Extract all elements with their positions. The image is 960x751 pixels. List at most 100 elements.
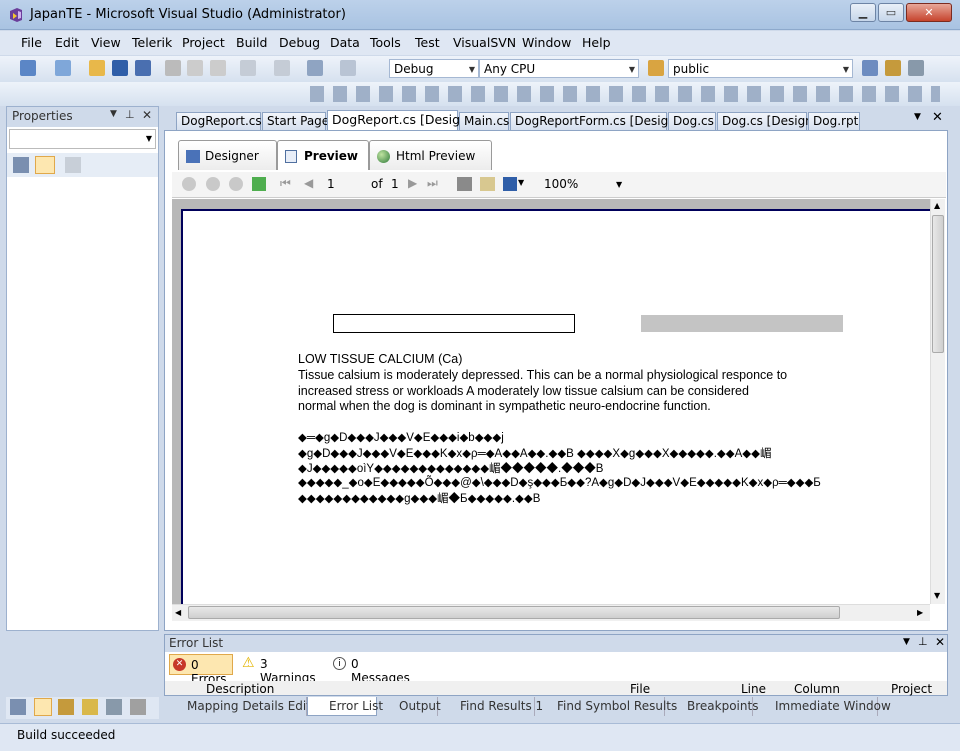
minimize-button[interactable]: ▁ bbox=[850, 3, 876, 22]
alphabetical-icon[interactable] bbox=[35, 156, 55, 174]
messages-filter[interactable]: i 0 Messages bbox=[333, 654, 417, 685]
menu-view[interactable]: View bbox=[91, 35, 121, 50]
find-dropdown[interactable]: public ▼ bbox=[668, 59, 853, 78]
forward-icon[interactable] bbox=[206, 177, 220, 191]
scroll-thumb[interactable] bbox=[932, 215, 944, 353]
horizontal-scrollbar[interactable]: ◀ ▶ bbox=[172, 604, 930, 621]
warnings-filter[interactable]: ⚠ 3 Warnings bbox=[242, 654, 324, 685]
toolbox-icon[interactable] bbox=[34, 698, 52, 716]
tab-dogreport-design[interactable]: DogReport.cs [Design] bbox=[327, 110, 473, 130]
column-line[interactable]: Line bbox=[741, 682, 766, 696]
dropdown-icon[interactable]: ▼ bbox=[903, 637, 910, 647]
tab-mapping-details-editor[interactable]: Mapping Details Editor bbox=[166, 697, 323, 716]
last-page-icon[interactable]: ⏭ bbox=[427, 176, 438, 191]
first-page-icon[interactable]: ⏮ bbox=[280, 176, 291, 191]
column-column[interactable]: Column bbox=[794, 682, 840, 696]
tab-dog-cs[interactable]: Dog.cs bbox=[668, 112, 716, 130]
server-explorer-icon[interactable] bbox=[10, 699, 26, 715]
tab-designer[interactable]: Designer bbox=[178, 140, 277, 170]
zoom-dropdown[interactable]: 100% ▼ bbox=[538, 175, 626, 194]
print-icon[interactable] bbox=[457, 177, 472, 191]
refresh-icon[interactable] bbox=[252, 177, 266, 191]
tab-immediate-window[interactable]: Immediate Window bbox=[754, 697, 891, 716]
tab-breakpoints[interactable]: Breakpoints bbox=[666, 697, 758, 716]
close-icon[interactable]: ✕ bbox=[142, 108, 152, 122]
resource-view-icon[interactable] bbox=[130, 699, 146, 715]
tab-start-page[interactable]: Start Page bbox=[262, 112, 329, 130]
scroll-left-icon[interactable]: ◀ bbox=[175, 608, 181, 617]
next-page-icon[interactable]: ▶ bbox=[408, 176, 417, 190]
class-view-icon[interactable] bbox=[82, 699, 98, 715]
tab-find-results-1[interactable]: Find Results 1 bbox=[439, 697, 543, 716]
scroll-up-icon[interactable]: ▲ bbox=[934, 201, 940, 210]
dropdown-icon[interactable]: ▼ bbox=[110, 109, 117, 119]
undo-icon[interactable] bbox=[240, 60, 256, 76]
open-icon[interactable] bbox=[89, 60, 105, 76]
menu-window[interactable]: Window bbox=[522, 35, 571, 50]
tab-find-symbol-results[interactable]: Find Symbol Results bbox=[536, 697, 677, 716]
tab-list-icon[interactable]: ▼ bbox=[914, 112, 921, 122]
previous-page-icon[interactable]: ◀ bbox=[304, 176, 313, 190]
tab-dogreport-cs[interactable]: DogReport.cs bbox=[176, 112, 262, 130]
menu-visualsvn[interactable]: VisualSVN bbox=[453, 35, 516, 50]
save-icon[interactable] bbox=[112, 60, 128, 76]
solution-icon[interactable] bbox=[58, 699, 74, 715]
close-button[interactable]: ✕ bbox=[906, 3, 952, 22]
tab-output[interactable]: Output bbox=[378, 697, 441, 716]
layout-tools[interactable] bbox=[310, 86, 940, 102]
export-icon[interactable] bbox=[503, 177, 517, 191]
cut-icon[interactable] bbox=[165, 60, 181, 76]
menu-file[interactable]: File bbox=[21, 35, 42, 50]
pin-icon[interactable]: ⊥ bbox=[918, 635, 928, 648]
tab-dog-design[interactable]: Dog.cs [Design] bbox=[717, 112, 817, 130]
menu-test[interactable]: Test bbox=[415, 35, 440, 50]
menu-build[interactable]: Build bbox=[236, 35, 267, 50]
new-project-icon[interactable] bbox=[20, 60, 36, 76]
column-project[interactable]: Project bbox=[891, 682, 932, 696]
tab-html-preview[interactable]: Html Preview bbox=[369, 140, 492, 170]
platform-dropdown[interactable]: Any CPU ▼ bbox=[479, 59, 639, 78]
tab-preview[interactable]: Preview bbox=[277, 140, 369, 170]
menu-help[interactable]: Help bbox=[582, 35, 611, 50]
save-all-icon[interactable] bbox=[135, 60, 151, 76]
categorized-icon[interactable] bbox=[13, 157, 29, 173]
find-in-files-icon[interactable] bbox=[862, 60, 878, 76]
close-icon[interactable]: ✕ bbox=[932, 110, 943, 125]
back-icon[interactable] bbox=[182, 177, 196, 191]
page-number-field[interactable]: 1 bbox=[327, 177, 335, 191]
object-selector[interactable]: ▼ bbox=[9, 129, 156, 149]
add-item-icon[interactable] bbox=[55, 60, 71, 76]
configuration-dropdown[interactable]: Debug ▼ bbox=[389, 59, 479, 78]
vertical-scrollbar[interactable]: ▲ ▼ bbox=[930, 199, 945, 604]
menu-project[interactable]: Project bbox=[182, 35, 225, 50]
insert-icon[interactable] bbox=[340, 60, 356, 76]
close-icon[interactable]: ✕ bbox=[935, 635, 945, 649]
find-icon[interactable] bbox=[648, 60, 664, 76]
menu-tools[interactable]: Tools bbox=[370, 35, 401, 50]
pin-icon[interactable]: ⊥ bbox=[125, 108, 135, 121]
maximize-button[interactable]: ▭ bbox=[878, 3, 904, 22]
errors-filter[interactable]: ✕ 0 Errors bbox=[169, 654, 233, 686]
column-file[interactable]: File bbox=[630, 682, 650, 696]
menu-telerik[interactable]: Telerik bbox=[132, 35, 172, 50]
menu-data[interactable]: Data bbox=[330, 35, 360, 50]
export-dropdown-icon[interactable]: ▼ bbox=[518, 178, 524, 187]
tab-dog-rpt[interactable]: Dog.rpt bbox=[808, 112, 860, 130]
solution-explorer-icon[interactable] bbox=[885, 60, 901, 76]
menu-debug[interactable]: Debug bbox=[279, 35, 320, 50]
property-pages-icon[interactable] bbox=[65, 157, 81, 173]
tab-main-cs[interactable]: Main.cs bbox=[459, 112, 509, 130]
scroll-right-icon[interactable]: ▶ bbox=[917, 608, 923, 617]
column-description[interactable]: Description bbox=[206, 682, 274, 696]
stop-icon[interactable] bbox=[229, 177, 243, 191]
properties-window-icon[interactable] bbox=[908, 60, 924, 76]
page-setup-icon[interactable] bbox=[480, 177, 495, 191]
copy-icon[interactable] bbox=[187, 60, 203, 76]
scroll-thumb[interactable] bbox=[188, 606, 840, 619]
tab-error-list[interactable]: Error List bbox=[307, 697, 383, 716]
navigate-icon[interactable] bbox=[307, 60, 323, 76]
paste-icon[interactable] bbox=[210, 60, 226, 76]
redo-icon[interactable] bbox=[274, 60, 290, 76]
tools-icon[interactable] bbox=[106, 699, 122, 715]
tab-dogreportform-design[interactable]: DogReportForm.cs [Design] bbox=[510, 112, 680, 130]
